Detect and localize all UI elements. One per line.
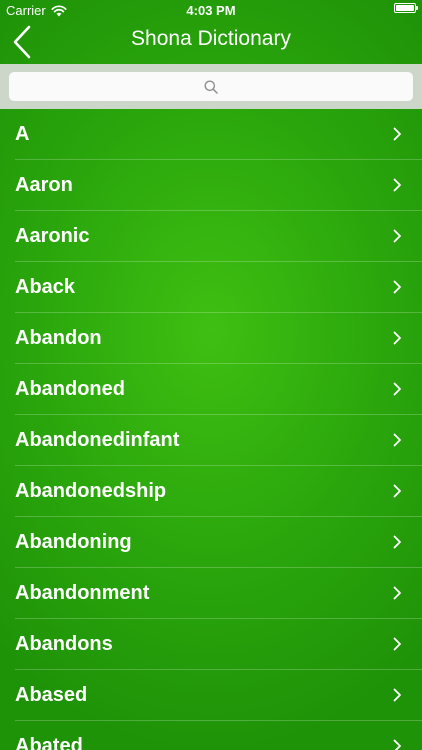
list-item-label: Abandonment xyxy=(15,582,150,604)
page-title: Shona Dictionary xyxy=(131,27,291,50)
list-item[interactable]: A xyxy=(0,109,422,160)
list-item-label: Aaron xyxy=(15,174,73,196)
list-item[interactable]: Aback xyxy=(0,262,422,313)
list-item[interactable]: Abandons xyxy=(0,619,422,670)
list-item-label: Abandons xyxy=(15,633,113,655)
list-item-label: Abased xyxy=(15,684,88,706)
list-item[interactable]: Abated xyxy=(0,721,422,750)
list-item[interactable]: Abased xyxy=(0,670,422,721)
list-item[interactable]: Aaronic xyxy=(0,211,422,262)
list-item-label: Aaronic xyxy=(15,225,90,247)
word-list: A Aaron Aaronic Aback Abandon Abandoned Abando… xyxy=(0,109,422,750)
chevron-right-icon xyxy=(393,229,401,243)
list-item-label: Abandoning xyxy=(15,531,132,553)
chevron-right-icon xyxy=(393,586,401,600)
chevron-right-icon xyxy=(393,637,401,651)
chevron-right-icon xyxy=(393,382,401,396)
chevron-right-icon xyxy=(393,535,401,549)
chevron-right-icon xyxy=(393,484,401,498)
battery-icon xyxy=(394,3,418,13)
chevron-right-icon xyxy=(393,331,401,345)
status-right xyxy=(394,3,418,13)
list-item[interactable]: Aaron xyxy=(0,160,422,211)
search-bar xyxy=(0,64,422,109)
list-item-label: Abandon xyxy=(15,327,102,349)
list-item[interactable]: Abandoned xyxy=(0,364,422,415)
list-item-label: Aback xyxy=(15,276,76,298)
list-item[interactable]: Abandonment xyxy=(0,568,422,619)
chevron-right-icon xyxy=(393,688,401,702)
list-item[interactable]: Abandonedship xyxy=(0,466,422,517)
list-item[interactable]: Abandon xyxy=(0,313,422,364)
chevron-right-icon xyxy=(393,127,401,141)
list-item[interactable]: Abandoning xyxy=(0,517,422,568)
list-item-label: Abandoned xyxy=(15,378,125,400)
list-item[interactable]: Abandonedinfant xyxy=(0,415,422,466)
list-item-label: Abandonedinfant xyxy=(15,429,180,451)
navigation-bar: Shona Dictionary xyxy=(0,20,422,64)
chevron-right-icon xyxy=(393,178,401,192)
list-item-label: Abated xyxy=(15,735,83,750)
app-screen: Carrier 4:03 PM Shona Dictionary A Aaron… xyxy=(0,0,422,750)
search-box[interactable] xyxy=(9,72,413,101)
status-bar: Carrier 4:03 PM xyxy=(0,0,422,20)
chevron-right-icon xyxy=(393,433,401,447)
chevron-left-icon xyxy=(13,25,31,59)
list-item-label: Abandonedship xyxy=(15,480,167,502)
back-button[interactable] xyxy=(0,20,44,64)
search-input[interactable] xyxy=(9,72,413,101)
status-time: 4:03 PM xyxy=(186,3,236,18)
chevron-right-icon xyxy=(393,739,401,750)
chevron-right-icon xyxy=(393,280,401,294)
list-item-label: A xyxy=(15,123,30,145)
battery-fill xyxy=(396,5,414,11)
